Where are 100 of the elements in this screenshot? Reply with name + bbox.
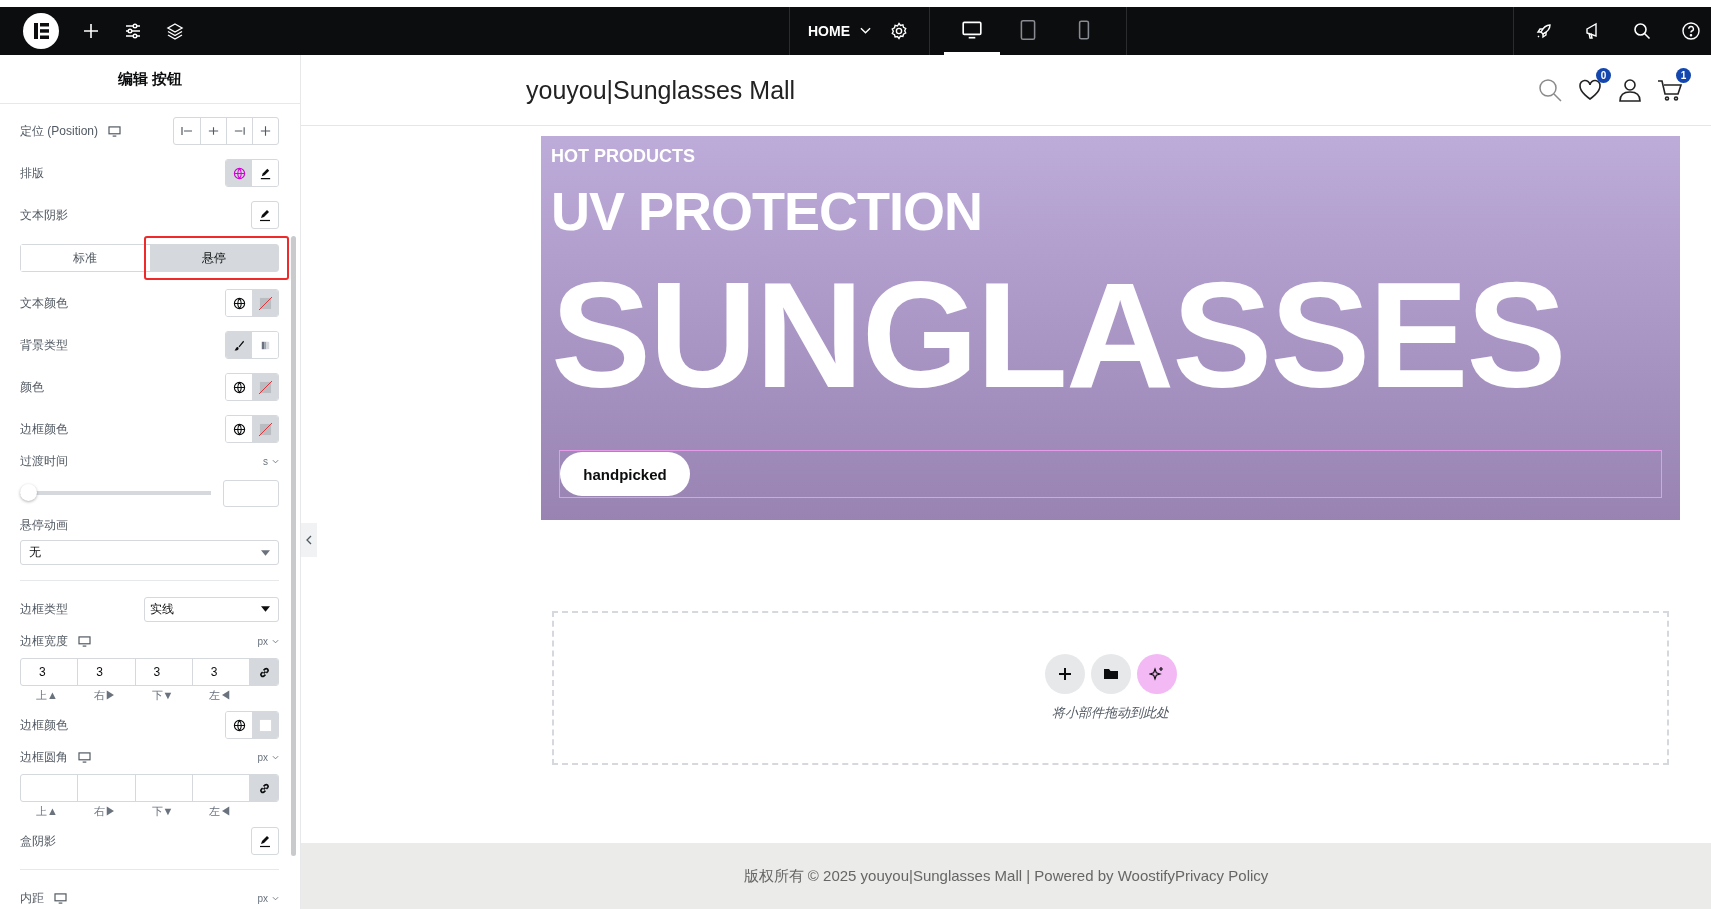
control-label: 边框圆角 [20,748,68,766]
hero-headline: SUNGLASSES [551,260,1566,410]
link-toggle[interactable] [250,775,278,801]
color-swatch[interactable] [252,712,278,738]
globe-icon [232,166,246,180]
edit-button[interactable] [251,201,279,229]
logo-icon[interactable] [23,13,59,49]
control-label: 背景类型 [20,336,68,354]
side-label: 下▼ [150,687,175,703]
unit-selector[interactable]: px [257,892,279,904]
control-label: 边框类型 [20,600,68,618]
settings-icon[interactable] [889,21,909,41]
pencil-icon [258,166,272,180]
side-label: 上▲ [35,803,59,819]
drop-hint: 将小部件拖动到此处 [1052,704,1169,722]
dropdown-arrow-icon [261,606,270,612]
desktop-icon[interactable] [108,125,122,137]
layers-icon[interactable] [165,21,185,41]
color-swatch[interactable] [252,416,278,442]
side-label: 下▼ [150,803,175,819]
dimension-field[interactable]: 3 [78,659,136,685]
side-label: 左◀ [208,803,233,819]
add-widget-button[interactable] [1044,654,1085,694]
control-label: 排版 [20,164,44,182]
global-toggle[interactable] [226,160,252,186]
chevron-down-icon [272,895,279,901]
swatch-icon [258,296,272,310]
unit-selector[interactable]: px [257,635,279,647]
handpicked-button[interactable]: handpicked [560,452,690,496]
control-label: 文本阴影 [20,206,68,224]
swatch-icon [258,380,272,394]
swatch-icon [258,422,272,436]
edit-button[interactable] [251,827,279,855]
chevron-down-icon [272,638,279,644]
footer-text: 版权所有 © 2025 youyou|Sunglasses Mall | Powered by WoostifyPrivacy Policy [743,866,1269,886]
chevron-left-icon [306,535,312,545]
slider-thumb[interactable] [20,484,37,501]
panel-title: 编辑 按钮 [0,55,300,104]
globe-icon [232,380,246,394]
ai-button[interactable] [1136,654,1177,694]
folder-icon [1102,666,1119,682]
pencil-icon [258,208,272,222]
control-label: 内距 [20,889,44,907]
control-label: 文本颜色 [20,294,68,312]
chevron-down-icon [272,754,279,760]
template-button[interactable] [1090,654,1131,694]
monitor-icon [961,18,983,41]
chevron-down-icon [860,27,871,35]
state-tab[interactable]: 悬停 [149,245,278,271]
dimension-field[interactable]: 3 [21,659,79,685]
page-menu[interactable]: HOME [790,7,883,55]
side-label: 右▶ [92,687,117,703]
unit-selector[interactable]: s [263,455,279,467]
control-label: 盒阴影 [20,832,56,850]
count-badge: 1 [1676,68,1691,83]
dropdown-field[interactable]: 实线 [144,596,279,622]
scrollbar[interactable] [291,236,296,856]
brush-icon [232,338,246,352]
add-icon[interactable] [81,21,101,41]
link-toggle[interactable] [250,659,278,685]
link-icon [257,781,271,795]
search-icon[interactable] [1632,21,1652,41]
control-label: 过渡时间 [20,452,68,470]
control-label: 定位 (Position) [20,122,99,140]
swatch-icon [258,718,272,732]
unit-selector[interactable]: px [257,751,279,763]
control-label: 颜色 [20,378,44,396]
hero-title: UV PROTECTION [551,184,984,238]
plus-icon [1056,666,1073,682]
dimension-field[interactable]: 3 [135,659,193,685]
count-badge: 0 [1596,68,1611,83]
color-swatch[interactable] [252,290,278,316]
desktop-icon[interactable] [78,751,91,763]
globe-icon [232,296,246,310]
user-icon[interactable] [1617,77,1643,103]
help-icon[interactable] [1681,21,1701,41]
cart-icon[interactable] [1657,77,1683,103]
number-field[interactable] [223,479,279,507]
control-label: 边框颜色 [20,420,68,438]
globe-icon [232,718,246,732]
sparkle-icon [1148,666,1165,682]
chevron-down-icon [272,458,279,464]
control-label: 悬停动画 [20,516,68,534]
dropdown-arrow-icon [261,549,270,556]
side-label: 右▶ [92,803,117,819]
pencil-icon [258,834,272,848]
collapse-handle[interactable] [301,523,317,557]
color-swatch[interactable] [252,374,278,400]
site-logo[interactable]: youyou|Sunglasses Mall [526,75,1537,105]
desktop-icon[interactable] [54,892,67,904]
hero-eyebrow: HOT PRODUCTS [551,146,696,168]
heart-icon[interactable] [1577,77,1603,103]
globe-icon [232,422,246,436]
side-label: 左◀ [208,687,233,703]
dropdown-field[interactable]: 无 [20,540,279,565]
link-icon [257,665,271,679]
rocket-icon[interactable] [1534,21,1554,41]
sliders-icon[interactable] [123,21,143,41]
side-label: 上▲ [35,687,59,703]
desktop-icon[interactable] [78,635,91,647]
